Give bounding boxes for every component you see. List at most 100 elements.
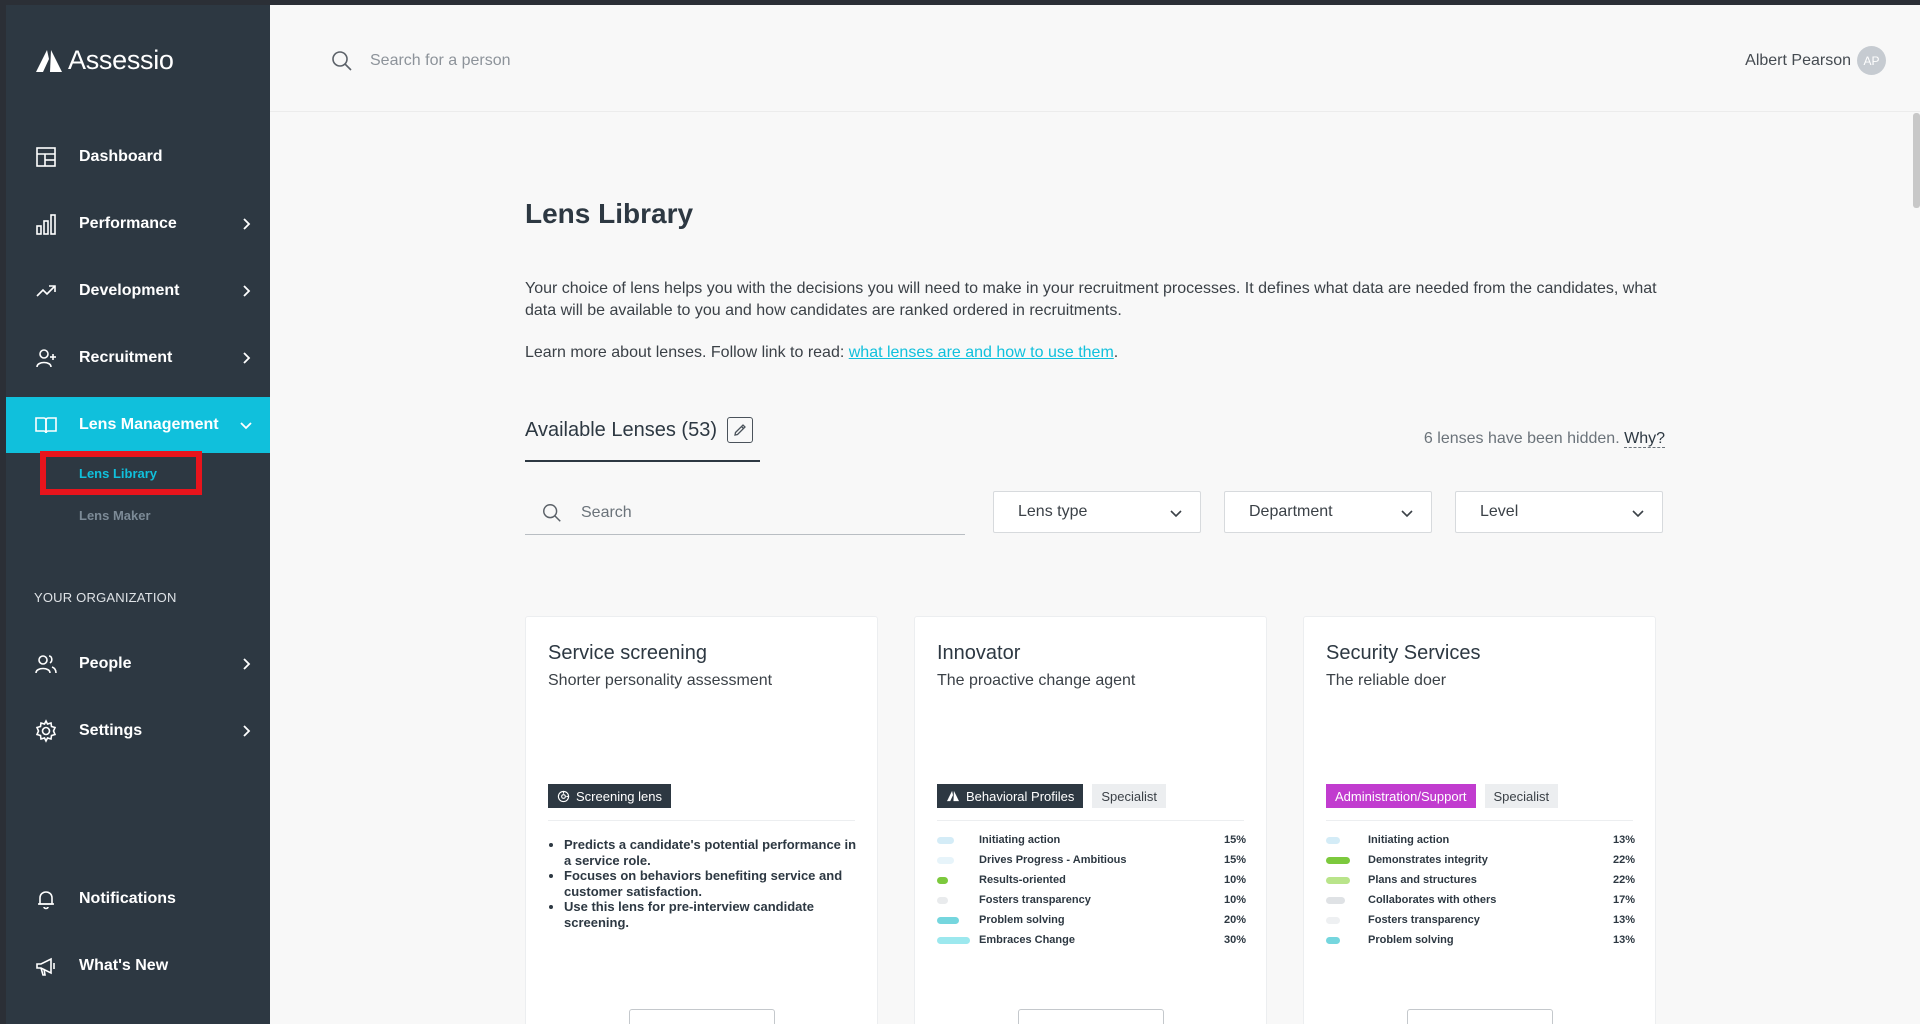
- sidebar-item-label: Dashboard: [79, 148, 163, 165]
- level-tag: Specialist: [1092, 784, 1167, 808]
- scrollbar-thumb[interactable]: [1913, 113, 1920, 208]
- target-icon: [557, 790, 570, 802]
- hidden-lenses-note: 6 lenses have been hidden. Why?: [1424, 430, 1665, 448]
- trait-percent: 15%: [1223, 834, 1246, 846]
- assessio-logo-icon: [947, 790, 959, 802]
- trait-weight-bar: [937, 837, 954, 844]
- dropdown-label: Level: [1480, 503, 1519, 520]
- trait-weight-bar: [1326, 897, 1345, 904]
- lens-type-dropdown[interactable]: Lens type: [993, 491, 1201, 533]
- chevron-right-icon: [243, 725, 251, 737]
- trait-percent: 30%: [1223, 934, 1246, 946]
- trait-row: Initiating action 13%: [1326, 831, 1635, 851]
- sidebar-item-people[interactable]: People: [6, 636, 270, 692]
- user-name[interactable]: Albert Pearson: [1745, 52, 1851, 70]
- why-link[interactable]: Why?: [1624, 430, 1665, 448]
- trend-icon: [34, 279, 58, 303]
- sidebar-item-label: Development: [79, 282, 180, 299]
- trait-name: Plans and structures: [1368, 874, 1477, 886]
- sidebar-item-label: Lens Management: [79, 416, 219, 433]
- details-button[interactable]: DETAILS: [1407, 1009, 1553, 1024]
- list-item: Focuses on behaviors benefiting service …: [564, 868, 864, 899]
- sidebar-item-recruitment[interactable]: Recruitment: [6, 330, 270, 386]
- trait-list: Initiating action 13% Demonstrates integri…: [1326, 831, 1635, 951]
- sidebar-item-label: Notifications: [79, 890, 176, 907]
- learn-more-suffix: .: [1113, 344, 1119, 361]
- lens-search: [525, 490, 965, 535]
- lens-type-tag: Screening lens: [548, 784, 671, 808]
- sidebar-item-dashboard[interactable]: Dashboard: [6, 129, 270, 185]
- trait-name: Fosters transparency: [979, 894, 1091, 906]
- lens-card-subtitle: Shorter personality assessment: [548, 672, 773, 689]
- trait-percent: 22%: [1612, 874, 1635, 886]
- sidebar-item-label: Settings: [79, 722, 143, 739]
- lens-type-tag: Behavioral Profiles: [937, 784, 1084, 808]
- chevron-right-icon: [243, 285, 251, 297]
- sidebar-item-label: People: [79, 655, 132, 672]
- trait-name: Collaborates with others: [1368, 894, 1497, 906]
- trait-name: Initiating action: [1368, 834, 1450, 846]
- trait-row: Initiating action 15%: [937, 831, 1246, 851]
- trait-name: Problem solving: [979, 914, 1065, 926]
- trait-row: Fosters transparency 13%: [1326, 911, 1635, 931]
- book-icon: [34, 413, 58, 437]
- trait-row: Problem solving 20%: [937, 911, 1246, 931]
- trait-weight-bar: [1326, 917, 1340, 924]
- trait-percent: 10%: [1223, 894, 1246, 906]
- bar-chart-icon: [34, 212, 58, 236]
- divider: [937, 820, 1244, 821]
- trait-percent: 22%: [1612, 854, 1635, 866]
- sidebar-subitem-lens-maker[interactable]: Lens Maker: [79, 508, 151, 523]
- sidebar-subitem-lens-library[interactable]: Lens Library: [79, 466, 157, 481]
- lens-card-title: Service screening: [548, 642, 707, 664]
- person-search-input[interactable]: [370, 49, 770, 73]
- trait-row: Problem solving 13%: [1326, 931, 1635, 951]
- lens-card-title: Innovator: [937, 642, 1021, 664]
- trait-name: Initiating action: [979, 834, 1061, 846]
- sidebar-item-notifications[interactable]: Notifications: [6, 871, 270, 927]
- lens-search-input[interactable]: [581, 501, 951, 525]
- gear-icon: [34, 719, 58, 743]
- learn-more-prefix: Learn more about lenses. Follow link to …: [525, 344, 849, 361]
- trait-name: Problem solving: [1368, 934, 1454, 946]
- assessio-logo[interactable]: Assessio: [34, 45, 174, 76]
- trait-row: Demonstrates integrity 22%: [1326, 851, 1635, 871]
- level-dropdown[interactable]: Level: [1455, 491, 1663, 533]
- department-tag: Administration/Support: [1326, 784, 1476, 808]
- sidebar-item-lens-management[interactable]: Lens Management: [6, 397, 270, 453]
- chevron-down-icon: [1170, 510, 1182, 518]
- trait-row: Embraces Change 30%: [937, 931, 1246, 951]
- trait-weight-bar: [1326, 857, 1350, 864]
- available-lenses-tab[interactable]: Available Lenses (53): [525, 415, 760, 462]
- trait-weight-bar: [937, 917, 959, 924]
- trait-percent: 13%: [1612, 834, 1635, 846]
- edit-lenses-button[interactable]: [726, 417, 753, 443]
- chevron-right-icon: [243, 658, 251, 670]
- trait-name: Results-oriented: [979, 874, 1066, 886]
- trait-name: Drives Progress - Ambitious: [979, 854, 1127, 866]
- department-dropdown[interactable]: Department: [1224, 491, 1432, 533]
- sidebar-item-performance[interactable]: Performance: [6, 196, 270, 252]
- bell-icon: [34, 887, 58, 911]
- sidebar-item-label: What's New: [79, 957, 169, 974]
- lenses-help-link[interactable]: what lenses are and how to use them: [849, 344, 1114, 361]
- search-icon: [332, 51, 352, 71]
- trait-row: Fosters transparency 10%: [937, 891, 1246, 911]
- app-window: Assessio Dashboard Performance Developme…: [6, 5, 1920, 1024]
- avatar[interactable]: AP: [1857, 46, 1886, 75]
- lens-card-subtitle: The reliable doer: [1326, 672, 1447, 689]
- trait-weight-bar: [937, 937, 970, 944]
- list-item: Use this lens for pre-interview candidat…: [564, 899, 864, 930]
- sidebar-item-development[interactable]: Development: [6, 263, 270, 319]
- sidebar-item-settings[interactable]: Settings: [6, 703, 270, 759]
- list-item: Predicts a candidate's potential perform…: [564, 837, 864, 868]
- details-button[interactable]: DETAILS: [1018, 1009, 1164, 1024]
- trait-weight-bar: [937, 857, 954, 864]
- trait-weight-bar: [937, 897, 948, 904]
- sidebar-item-label: Performance: [79, 215, 177, 232]
- trait-weight-bar: [1326, 877, 1350, 884]
- sidebar-item-whats-new[interactable]: What's New: [6, 938, 270, 994]
- chevron-right-icon: [243, 218, 251, 230]
- brand-name: Assessio: [68, 45, 174, 75]
- details-button[interactable]: DETAILS: [629, 1009, 775, 1024]
